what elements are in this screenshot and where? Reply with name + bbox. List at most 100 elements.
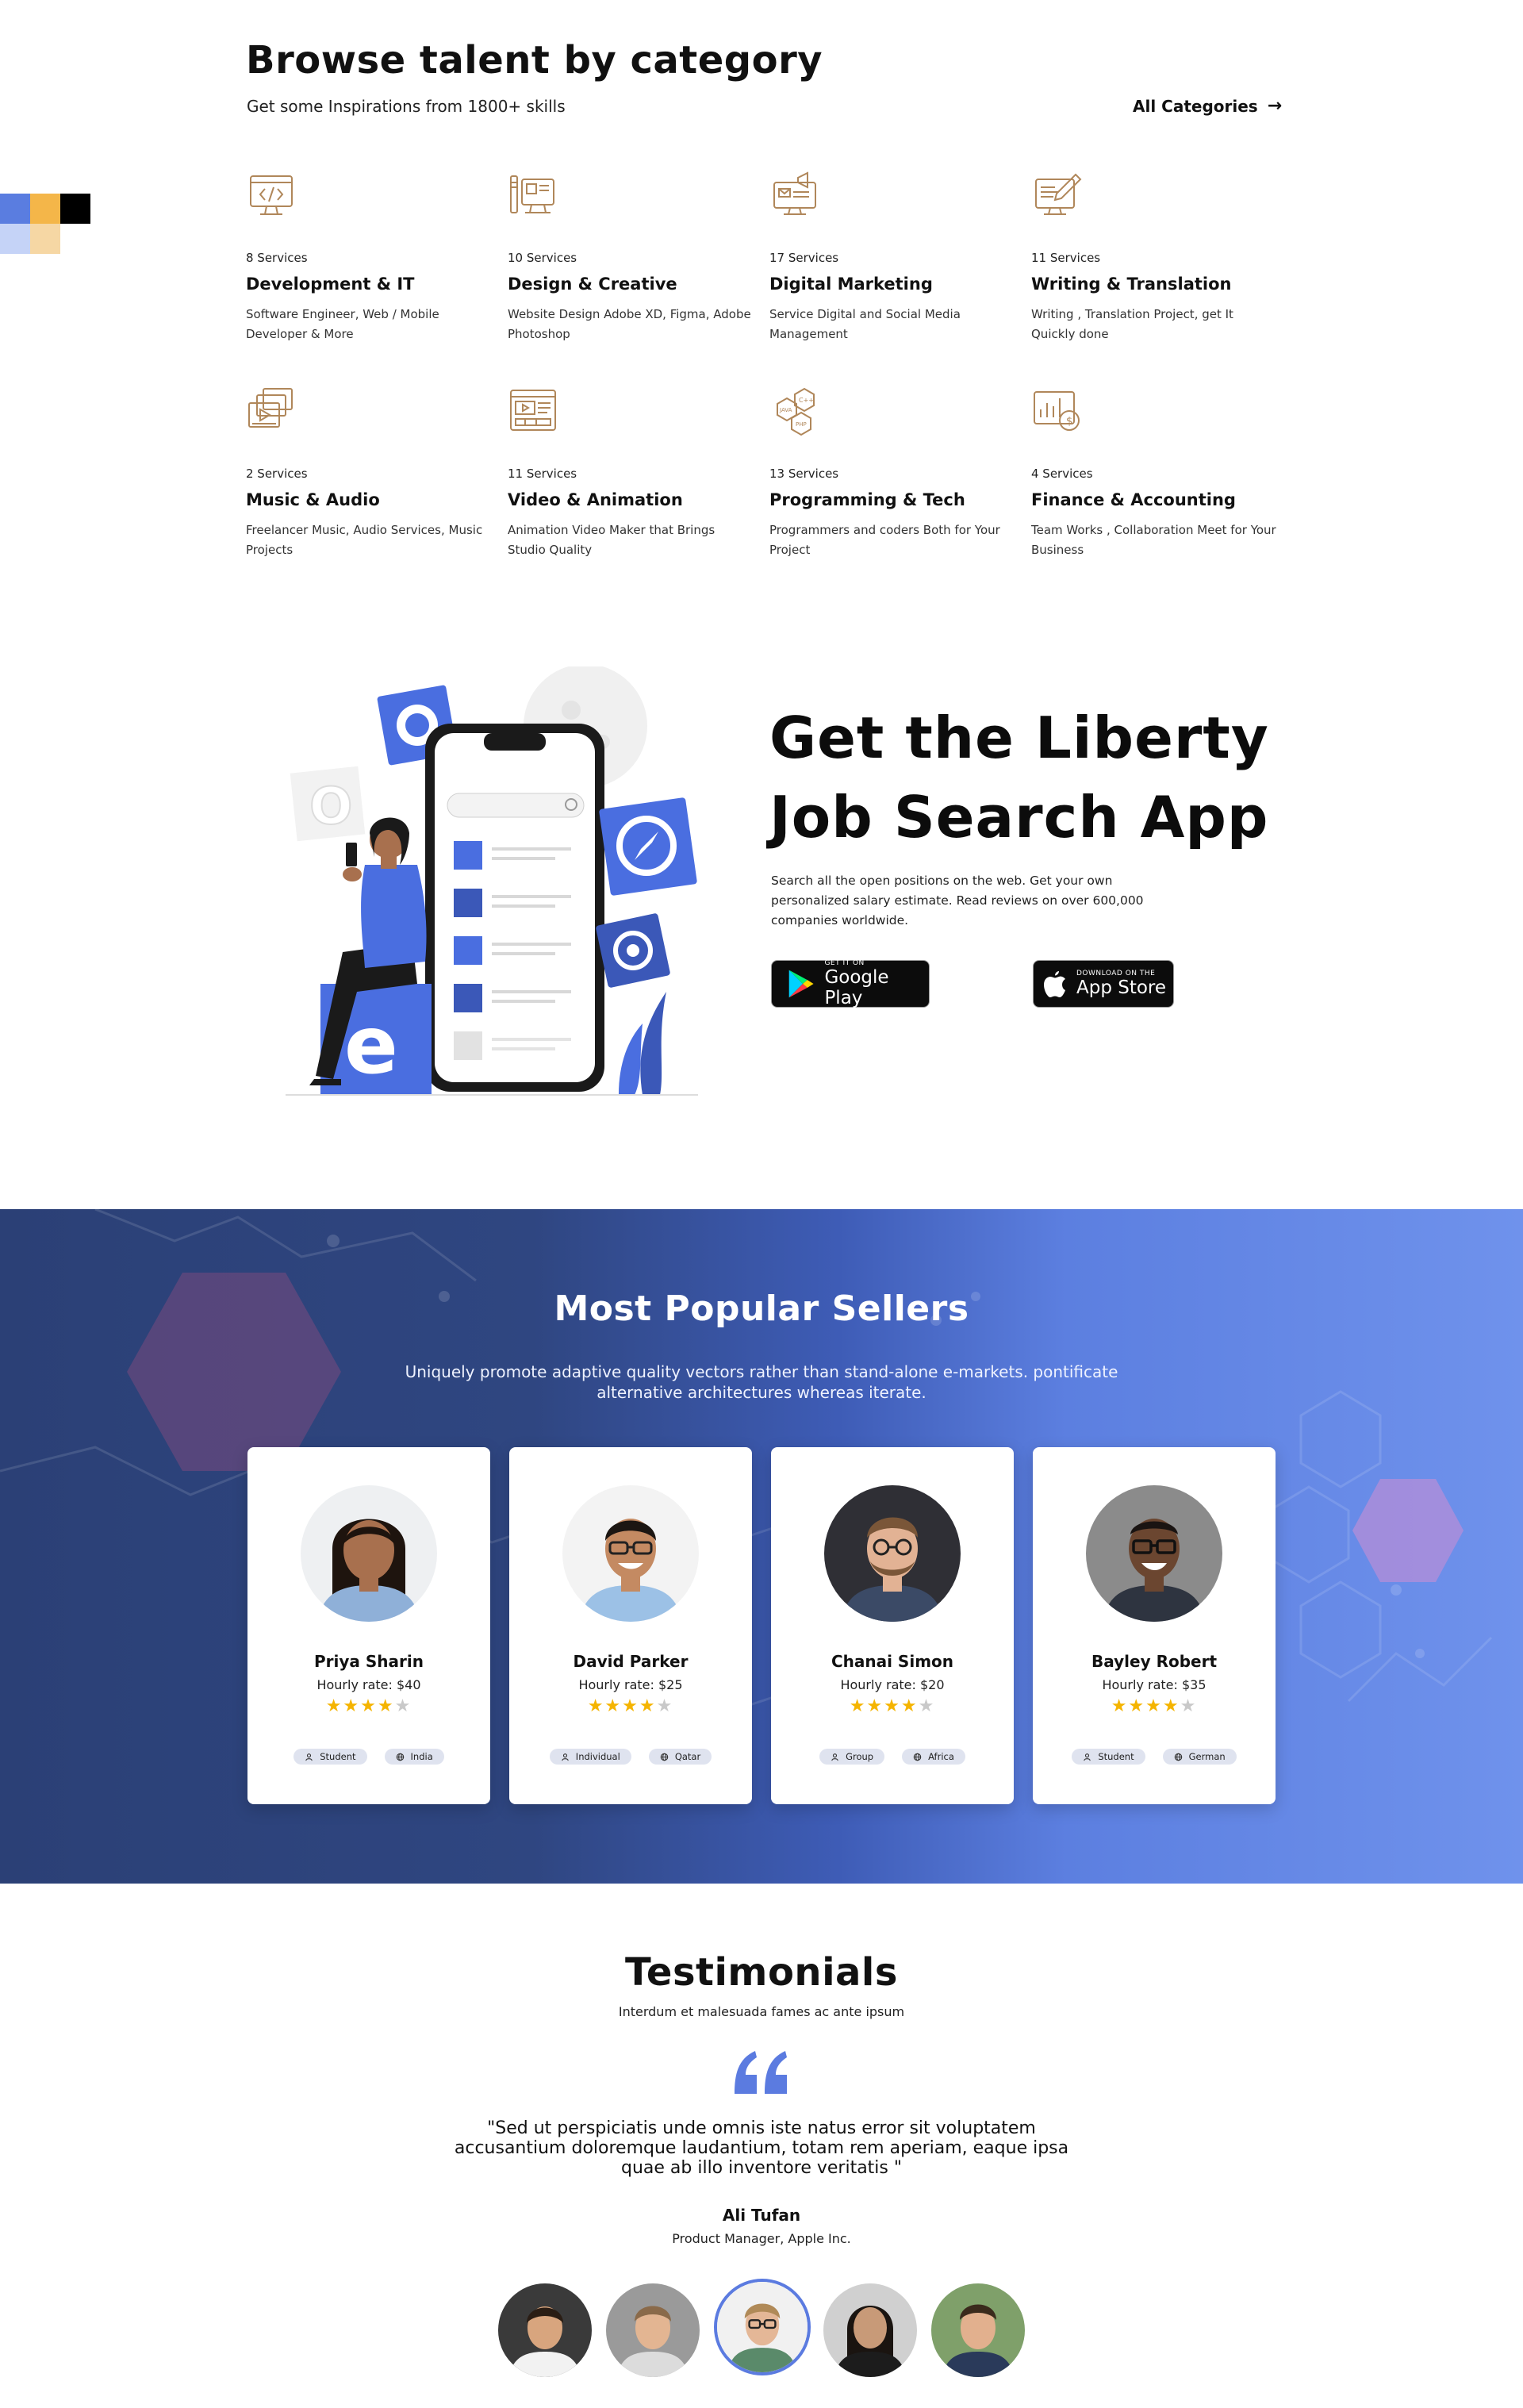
category-description: Programmers and coders Both for Your Pro… [769,523,1000,557]
all-categories-link[interactable]: All Categories → [1133,96,1282,116]
seller-tags: Individual Qatar [509,1749,752,1765]
category-name: Writing & Translation [1031,275,1232,294]
category-name: Video & Animation [508,490,683,509]
seller-type-tag[interactable]: Group [819,1749,885,1765]
seller-location-tag[interactable]: Africa [902,1749,965,1765]
seller-type-label: Student [1098,1751,1134,1762]
testimonial-role: Product Manager, Apple Inc. [672,2231,851,2246]
app-description: Search all the open positions on the web… [771,874,1144,927]
seller-hourly-rate: Hourly rate: $35 [1102,1677,1207,1692]
categories-section: Browse talent by category Get some Inspi… [0,0,1523,603]
testimonials-section: Testimonials Interdum et malesuada fames… [0,1884,1523,2408]
category-count: 17 Services [769,251,839,265]
app-title-line2: Job Search App [769,784,1269,851]
video-editor-icon [510,390,556,431]
testimonials-subtitle: Interdum et malesuada fames ac ante ipsu… [618,2004,905,2019]
category-description: Writing , Translation Project, get It Qu… [1031,307,1233,341]
quote-icon [735,2051,787,2094]
user-icon [305,1753,313,1761]
popular-sellers-section: Most Popular Sellers Uniquely promote ad… [0,1209,1523,1884]
seller-location-tag[interactable]: Qatar [648,1749,712,1765]
testimonial-avatar-selector [498,2279,1025,2377]
user-icon [1084,1753,1091,1761]
seller-location-label: India [410,1751,433,1762]
seller-type-tag[interactable]: Student [293,1749,367,1765]
app-title-line1: Get the Liberty [769,705,1269,771]
svg-text:PHP: PHP [796,421,807,428]
apple-icon [1044,971,1065,997]
category-card[interactable]: 10 Services Design & Creative Website De… [508,170,754,344]
seller-type-label: Group [846,1751,874,1762]
seller-name: Bayley Robert [1091,1652,1218,1671]
sellers-title: Most Popular Sellers [554,1288,969,1329]
svg-text:$: $ [1066,416,1072,428]
category-card[interactable]: 8 Services Development & IT Software Eng… [246,170,492,344]
seller-location-label: Qatar [674,1751,701,1762]
svg-text:JAVA: JAVA [779,407,792,413]
globe-icon [660,1753,669,1761]
google-play-button[interactable]: GET IT ON Google Play [771,959,930,1008]
seller-type-tag[interactable]: Student [1072,1749,1145,1765]
testimonial-avatar[interactable] [498,2283,592,2377]
code-monitor-icon [250,175,293,215]
testimonial-avatar[interactable] [823,2283,917,2377]
category-name: Digital Marketing [769,275,933,294]
seller-location-tag[interactable]: India [384,1749,444,1765]
category-count: 11 Services [1031,251,1101,265]
category-card[interactable]: 11 Services Video & Animation Animation … [508,386,754,560]
category-count: 2 Services [246,467,308,481]
seller-avatar [562,1485,699,1622]
testimonial-avatar[interactable] [931,2283,1025,2377]
seller-card[interactable]: David Parker Hourly rate: $25 ★★★★★ Indi… [509,1447,752,1804]
category-description: Team Works , Collaboration Meet for Your… [1031,523,1276,557]
category-description: Animation Video Maker that Brings Studio… [508,523,715,557]
seller-avatar [824,1485,961,1622]
seller-location-tag[interactable]: German [1162,1749,1237,1765]
app-store-small-text: DOWNLOAD ON THE [1076,970,1156,977]
seller-location-label: Africa [928,1751,954,1762]
app-illustration: O e [286,666,698,1096]
category-count: 10 Services [508,251,577,265]
finance-chart-icon: $ [1034,391,1080,431]
category-description: Website Design Adobe XD, Figma, Adobe Ph… [508,307,751,341]
category-name: Music & Audio [246,490,380,509]
category-card[interactable]: 11 Services Writing & Translation Writin… [1031,170,1277,344]
user-icon [831,1753,838,1761]
category-card[interactable]: 2 Services Music & Audio Freelancer Musi… [246,386,492,560]
seller-card[interactable]: Priya Sharin Hourly rate: $40 ★★★★★ Stud… [247,1447,490,1804]
category-count: 4 Services [1031,467,1093,481]
categories-title: Browse talent by category [246,38,823,83]
category-name: Design & Creative [508,275,677,294]
testimonial-avatar[interactable] [606,2283,700,2377]
sellers-subtitle: Uniquely promote adaptive quality vector… [405,1362,1118,1402]
testimonial-quote: "Sed ut perspiciatis unde omnis iste nat… [454,2118,1069,2178]
seller-rating: ★★★★★ [325,1696,412,1716]
user-icon [562,1753,569,1761]
seller-type-tag[interactable]: Individual [549,1749,631,1765]
seller-card[interactable]: Bayley Robert Hourly rate: $35 ★★★★★ Stu… [1033,1447,1276,1804]
seller-rating: ★★★★★ [849,1696,936,1716]
seller-tags: Group Africa [771,1749,1014,1765]
seller-tags: Student India [247,1749,490,1765]
category-count: 8 Services [246,251,308,265]
svg-text:O: O [309,778,352,836]
seller-rating: ★★★★★ [1111,1696,1198,1716]
category-card[interactable]: C++ JAVA PHP 13 Services Programming & T… [769,386,1015,560]
google-play-label: Google Play [824,967,889,1008]
google-play-icon [788,970,814,998]
testimonial-avatar-active[interactable] [714,2279,811,2375]
app-download-section: O e Get the Liberty Job Search App Searc… [0,666,1523,1111]
category-card[interactable]: $ 4 Services Finance & Accounting Team W… [1031,386,1277,560]
seller-card[interactable]: Chanai Simon Hourly rate: $20 ★★★★★ Grou… [771,1447,1014,1804]
google-play-small-text: GET IT ON [824,959,865,967]
megaphone-monitor-icon [773,171,816,215]
svg-text:e: e [344,999,398,1092]
category-name: Programming & Tech [769,490,965,509]
seller-rating: ★★★★★ [587,1696,674,1716]
category-card[interactable]: 17 Services Digital Marketing Service Di… [769,170,1015,344]
app-store-button[interactable]: DOWNLOAD ON THE App Store [1033,960,1174,1008]
category-name: Finance & Accounting [1031,490,1236,509]
globe-icon [396,1753,404,1761]
categories-subtitle: Get some Inspirations from 1800+ skills [247,97,566,116]
category-description: Service Digital and Social Media Managem… [769,307,961,341]
